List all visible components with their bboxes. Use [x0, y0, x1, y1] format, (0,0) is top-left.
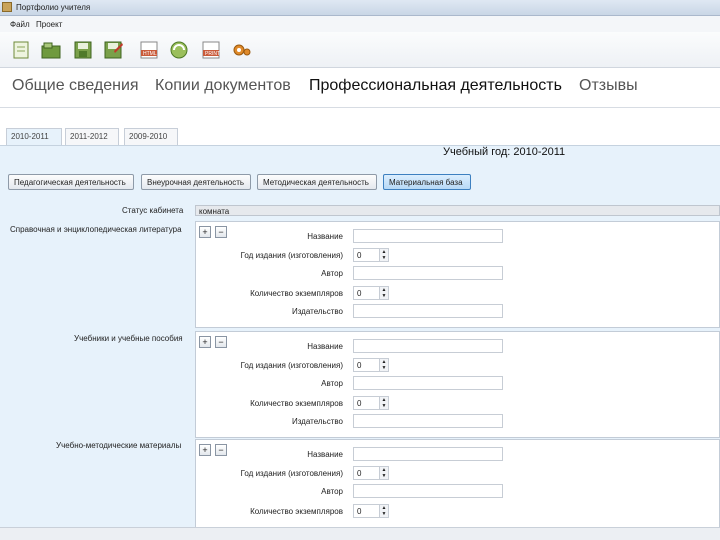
window-title: Портфолио учителя [16, 3, 91, 12]
publisher-label: Издательство [291, 307, 343, 316]
svg-text:PRINT: PRINT [205, 51, 220, 57]
section-panel-reference-literature: + − Название Год издания (изготовления) … [195, 221, 720, 328]
title-label: Название [307, 450, 343, 459]
publisher-input[interactable] [353, 414, 503, 428]
section-label-methodical-materials: Учебно-методические материалы [56, 441, 182, 450]
count-label: Количество экземпляров [250, 289, 343, 298]
year-tab-2009-2010[interactable]: 2009-2010 [124, 128, 178, 145]
count-value: 0 [357, 289, 362, 298]
save-icon[interactable] [72, 39, 94, 61]
new-document-icon[interactable] [10, 39, 32, 61]
settings-gear-icon[interactable] [230, 39, 252, 61]
toolbar: HTML PRINT [0, 32, 720, 68]
export-html-icon[interactable]: HTML [138, 39, 160, 61]
title-label: Название [307, 342, 343, 351]
section-label-textbooks: Учебники и учебные пособия [74, 334, 183, 343]
author-label: Автор [321, 487, 343, 496]
stepper-arrows-icon[interactable]: ▲ ▼ [379, 505, 388, 517]
year-stepper[interactable]: 0 ▲ ▼ [353, 358, 389, 372]
app-icon [2, 2, 12, 12]
count-label: Количество экземпляров [250, 399, 343, 408]
material-base-button[interactable]: Материальная база [383, 174, 471, 190]
tab-document-copies[interactable]: Копии документов [155, 77, 291, 95]
cabinet-status-label: Статус кабинета [122, 206, 184, 215]
author-label: Автор [321, 269, 343, 278]
stepper-arrows-icon[interactable]: ▲ ▼ [379, 359, 388, 371]
count-stepper[interactable]: 0 ▲ ▼ [353, 396, 389, 410]
year-value: 0 [357, 469, 362, 478]
svg-text:HTML: HTML [143, 51, 157, 57]
year-tabs: 2010-2011 2011-2012 2009-2010 [0, 108, 720, 145]
print-icon[interactable]: PRINT [200, 39, 222, 61]
content-area: Учебный год: 2010-2011 Педагогическая де… [0, 145, 720, 527]
count-value: 0 [357, 507, 362, 516]
year-tab-2011-2012[interactable]: 2011-2012 [65, 128, 119, 145]
menu-project[interactable]: Проект [36, 20, 62, 29]
author-input[interactable] [353, 484, 503, 498]
title-input[interactable] [353, 447, 503, 461]
year-label: Год издания (изготовления) [240, 469, 343, 478]
year-value: 0 [357, 361, 362, 370]
stepper-arrows-icon[interactable]: ▲ ▼ [379, 467, 388, 479]
year-stepper[interactable]: 0 ▲ ▼ [353, 248, 389, 262]
year-stepper[interactable]: 0 ▲ ▼ [353, 466, 389, 480]
author-label: Автор [321, 379, 343, 388]
year-label: Год издания (изготовления) [240, 251, 343, 260]
author-input[interactable] [353, 266, 503, 280]
refresh-icon[interactable] [168, 39, 190, 61]
tab-general-info[interactable]: Общие сведения [12, 77, 139, 95]
count-label: Количество экземпляров [250, 507, 343, 516]
pedagogical-activity-button[interactable]: Педагогическая деятельность [8, 174, 134, 190]
section-panel-textbooks: + − Название Год издания (изготовления) … [195, 331, 720, 438]
cabinet-status-field[interactable]: комната [195, 205, 720, 216]
count-stepper[interactable]: 0 ▲ ▼ [353, 504, 389, 518]
status-bar [0, 527, 720, 540]
publisher-label: Издательство [291, 417, 343, 426]
count-stepper[interactable]: 0 ▲ ▼ [353, 286, 389, 300]
year-tab-2010-2011[interactable]: 2010-2011 [6, 128, 62, 145]
title-bar: Портфолио учителя [0, 0, 720, 16]
tab-professional-activity[interactable]: Профессиональная деятельность [309, 77, 562, 95]
section-label-reference-literature: Справочная и энциклопедическая литератур… [10, 225, 182, 234]
menu-bar: Файл Проект [0, 16, 720, 32]
title-label: Название [307, 232, 343, 241]
study-year-label: Учебный год: 2010-2011 [443, 146, 566, 158]
author-input[interactable] [353, 376, 503, 390]
menu-file[interactable]: Файл [10, 20, 30, 29]
save-as-icon[interactable] [102, 39, 124, 61]
stepper-arrows-icon[interactable]: ▲ ▼ [379, 397, 388, 409]
main-nav: Общие сведения Копии документов Професси… [0, 68, 720, 108]
count-value: 0 [357, 399, 362, 408]
stepper-arrows-icon[interactable]: ▲ ▼ [379, 287, 388, 299]
methodical-activity-button[interactable]: Методическая деятельность [257, 174, 377, 190]
year-value: 0 [357, 251, 362, 260]
open-folder-icon[interactable] [40, 39, 62, 61]
year-label: Год издания (изготовления) [240, 361, 343, 370]
title-input[interactable] [353, 339, 503, 353]
title-input[interactable] [353, 229, 503, 243]
section-panel-methodical-materials: + − Название Год издания (изготовления) … [195, 439, 720, 527]
extracurricular-activity-button[interactable]: Внеурочная деятельность [141, 174, 251, 190]
tab-reviews[interactable]: Отзывы [579, 77, 638, 95]
stepper-arrows-icon[interactable]: ▲ ▼ [379, 249, 388, 261]
publisher-input[interactable] [353, 304, 503, 318]
